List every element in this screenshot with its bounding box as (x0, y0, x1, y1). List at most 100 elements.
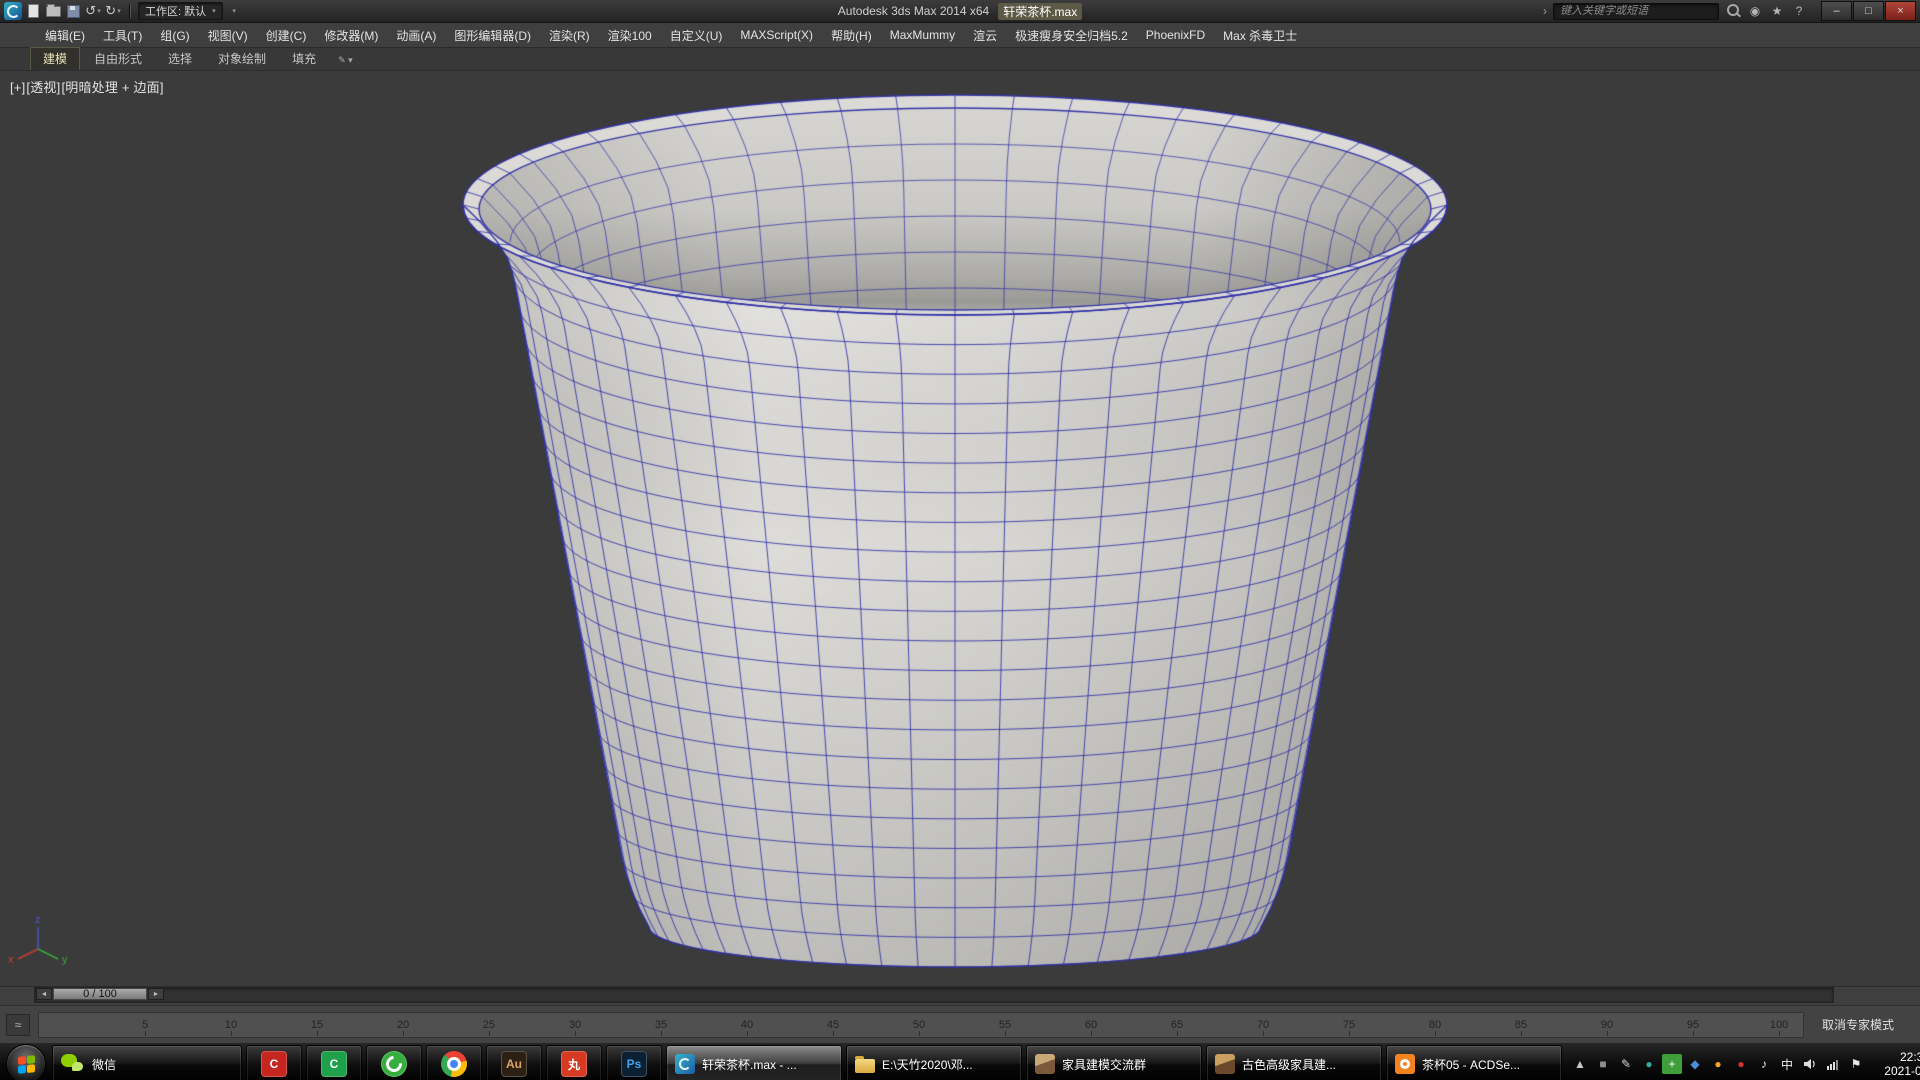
next-frame-button[interactable]: ► (148, 988, 164, 1000)
photo-icon (1215, 1054, 1235, 1074)
taskbar-wechat-button[interactable]: 微信 (52, 1045, 242, 1080)
new-scene-icon[interactable] (24, 2, 42, 20)
menu-xuanyun[interactable]: 渲云 (964, 23, 1006, 47)
tray-app-icon-4[interactable]: ● (1708, 1054, 1728, 1074)
menu-modifiers[interactable]: 修改器(M) (315, 23, 387, 47)
frame-label-10: 10 (225, 1019, 237, 1031)
viewport-canvas[interactable] (0, 71, 1920, 986)
menu-tools[interactable]: 工具(T) (94, 23, 151, 47)
pinned-chrome-icon[interactable] (426, 1045, 482, 1080)
infocenter-expand-icon[interactable]: › (1543, 4, 1547, 18)
taskbar-window-chat-group[interactable]: 家具建模交流群 (1026, 1045, 1202, 1080)
system-tray: ▲■✎●+◆●●♪中⚑ (1564, 1054, 1872, 1074)
show-hidden-icons-button[interactable]: ▲ (1570, 1054, 1590, 1074)
previous-frame-button[interactable]: ◄ (36, 988, 52, 1000)
separator (129, 4, 131, 18)
tray-app-icon-5[interactable]: ● (1731, 1054, 1751, 1074)
wechat-label: 微信 (92, 1056, 116, 1073)
frame-tick-55 (1005, 1031, 1006, 1036)
taskbar-window-furniture[interactable]: 古色高级家具建... (1206, 1045, 1382, 1080)
pinned-app-c-green-icon[interactable]: C (306, 1045, 362, 1080)
ribbon-minimize-icon[interactable]: ✎ ▾ (330, 55, 361, 70)
tab-selection[interactable]: 选择 (156, 48, 204, 70)
3dsmax-logo-icon[interactable] (4, 2, 22, 20)
undo-icon[interactable]: ↺▾ (84, 2, 102, 20)
menu-edit[interactable]: 编辑(E) (36, 23, 94, 47)
taskbar-clock[interactable]: 22:33 2021-02-07 (1872, 1050, 1920, 1078)
pinned-browser-green-icon[interactable] (366, 1045, 422, 1080)
frame-tick-80 (1435, 1031, 1436, 1036)
redo-icon[interactable]: ↻▾ (104, 2, 122, 20)
frame-tick-95 (1693, 1031, 1694, 1036)
time-slider-track[interactable]: ◄ 0 / 100 ► (34, 987, 1834, 1003)
menu-group[interactable]: 组(G) (151, 23, 198, 47)
communication-center-icon[interactable]: ◉ (1747, 4, 1763, 18)
taskbar-window-explorer[interactable]: E:\天竹2020\邓... (846, 1045, 1022, 1080)
mini-curve-editor-button[interactable]: ≈ (6, 1014, 30, 1036)
tab-freeform[interactable]: 自由形式 (82, 48, 154, 70)
tray-pen-input-icon[interactable]: ✎ (1616, 1054, 1636, 1074)
chevron-down-icon: ▾ (212, 7, 216, 15)
menu-phoenixfd[interactable]: PhoenixFD (1137, 23, 1214, 47)
pinned-audition-icon[interactable]: Au (486, 1045, 542, 1080)
menu-views[interactable]: 视图(V) (199, 23, 257, 47)
frame-label-90: 90 (1601, 1019, 1613, 1031)
tab-modeling[interactable]: 建模 (30, 47, 80, 70)
save-file-icon[interactable] (64, 2, 82, 20)
infocenter-search-input[interactable] (1553, 3, 1719, 20)
frame-label-30: 30 (569, 1019, 581, 1031)
menu-maxscript[interactable]: MAXScript(X) (731, 23, 822, 47)
tray-security-icon[interactable]: + (1662, 1054, 1682, 1074)
toolbar-overflow-icon[interactable]: ▾ (225, 2, 243, 20)
pinned-app-wan-icon[interactable]: 丸 (546, 1045, 602, 1080)
tab-populate[interactable]: 填充 (280, 48, 328, 70)
tray-music-icon[interactable]: ♪ (1754, 1054, 1774, 1074)
cancel-expert-mode-button[interactable]: 取消专家模式 (1812, 1016, 1920, 1033)
tray-volume-icon[interactable] (1800, 1054, 1820, 1074)
open-file-icon[interactable] (44, 2, 62, 20)
favorites-star-icon[interactable]: ★ (1769, 4, 1785, 18)
tray-network-icon[interactable] (1823, 1054, 1843, 1074)
minimize-button[interactable]: – (1821, 1, 1852, 21)
menu-bar: 编辑(E)工具(T)组(G)视图(V)创建(C)修改器(M)动画(A)图形编辑器… (0, 23, 1920, 48)
help-icon[interactable]: ? (1791, 4, 1807, 18)
window-label: 轩荣茶杯.max - ... (702, 1056, 797, 1073)
frame-label-55: 55 (999, 1019, 1011, 1031)
viewport-pov-menu[interactable]: [透视] (26, 80, 60, 95)
maximize-button[interactable]: □ (1853, 1, 1884, 21)
frame-label-45: 45 (827, 1019, 839, 1031)
tab-object-paint[interactable]: 对象绘制 (206, 48, 278, 70)
taskbar-window-acdsee[interactable]: 茶杯05 - ACDSe... (1386, 1045, 1562, 1080)
viewport-shading-menu[interactable]: [明暗处理 + 边面] (61, 80, 163, 95)
menu-create[interactable]: 创建(C) (257, 23, 316, 47)
tray-action-center-flag-icon[interactable]: ⚑ (1846, 1054, 1866, 1074)
menu-customize[interactable]: 自定义(U) (661, 23, 732, 47)
frame-label-65: 65 (1171, 1019, 1183, 1031)
start-button[interactable] (6, 1044, 46, 1080)
menu-help[interactable]: 帮助(H) (822, 23, 881, 47)
perspective-viewport[interactable]: [+][透视][明暗处理 + 边面] (0, 71, 1920, 986)
close-button[interactable]: × (1885, 1, 1916, 21)
tray-app-icon-2[interactable]: ● (1639, 1054, 1659, 1074)
workspace-dropdown[interactable]: 工作区: 默认 ▾ (138, 2, 223, 20)
menu-maxmummy[interactable]: MaxMummy (881, 23, 964, 47)
tray-app-icon-3[interactable]: ◆ (1685, 1054, 1705, 1074)
tray-app-icon-1[interactable]: ■ (1593, 1054, 1613, 1074)
taskbar-window-3dsmax[interactable]: 轩荣茶杯.max - ... (666, 1045, 842, 1080)
menu-rendering[interactable]: 渲染(R) (540, 23, 599, 47)
viewport-general-menu[interactable]: [+] (10, 80, 25, 95)
frame-label-35: 35 (655, 1019, 667, 1031)
tray-ime-indicator[interactable]: 中 (1777, 1054, 1797, 1074)
menu-xuanran100[interactable]: 渲染100 (599, 23, 661, 47)
menu-max-antivirus[interactable]: Max 杀毒卫士 (1214, 23, 1306, 47)
pinned-app-c-red-icon[interactable]: C (246, 1045, 302, 1080)
frame-label-75: 75 (1343, 1019, 1355, 1031)
track-bar[interactable]: 5101520253035404550556065707580859095100 (38, 1012, 1804, 1038)
time-slider-handle[interactable]: 0 / 100 (53, 988, 147, 1000)
menu-slim-archive[interactable]: 极速瘦身安全归档5.2 (1006, 23, 1137, 47)
floppy-icon (67, 5, 80, 18)
pinned-photoshop-icon[interactable]: Ps (606, 1045, 662, 1080)
menu-graph-editors[interactable]: 图形编辑器(D) (445, 23, 540, 47)
menu-animation[interactable]: 动画(A) (387, 23, 445, 47)
search-icon[interactable] (1725, 4, 1741, 19)
